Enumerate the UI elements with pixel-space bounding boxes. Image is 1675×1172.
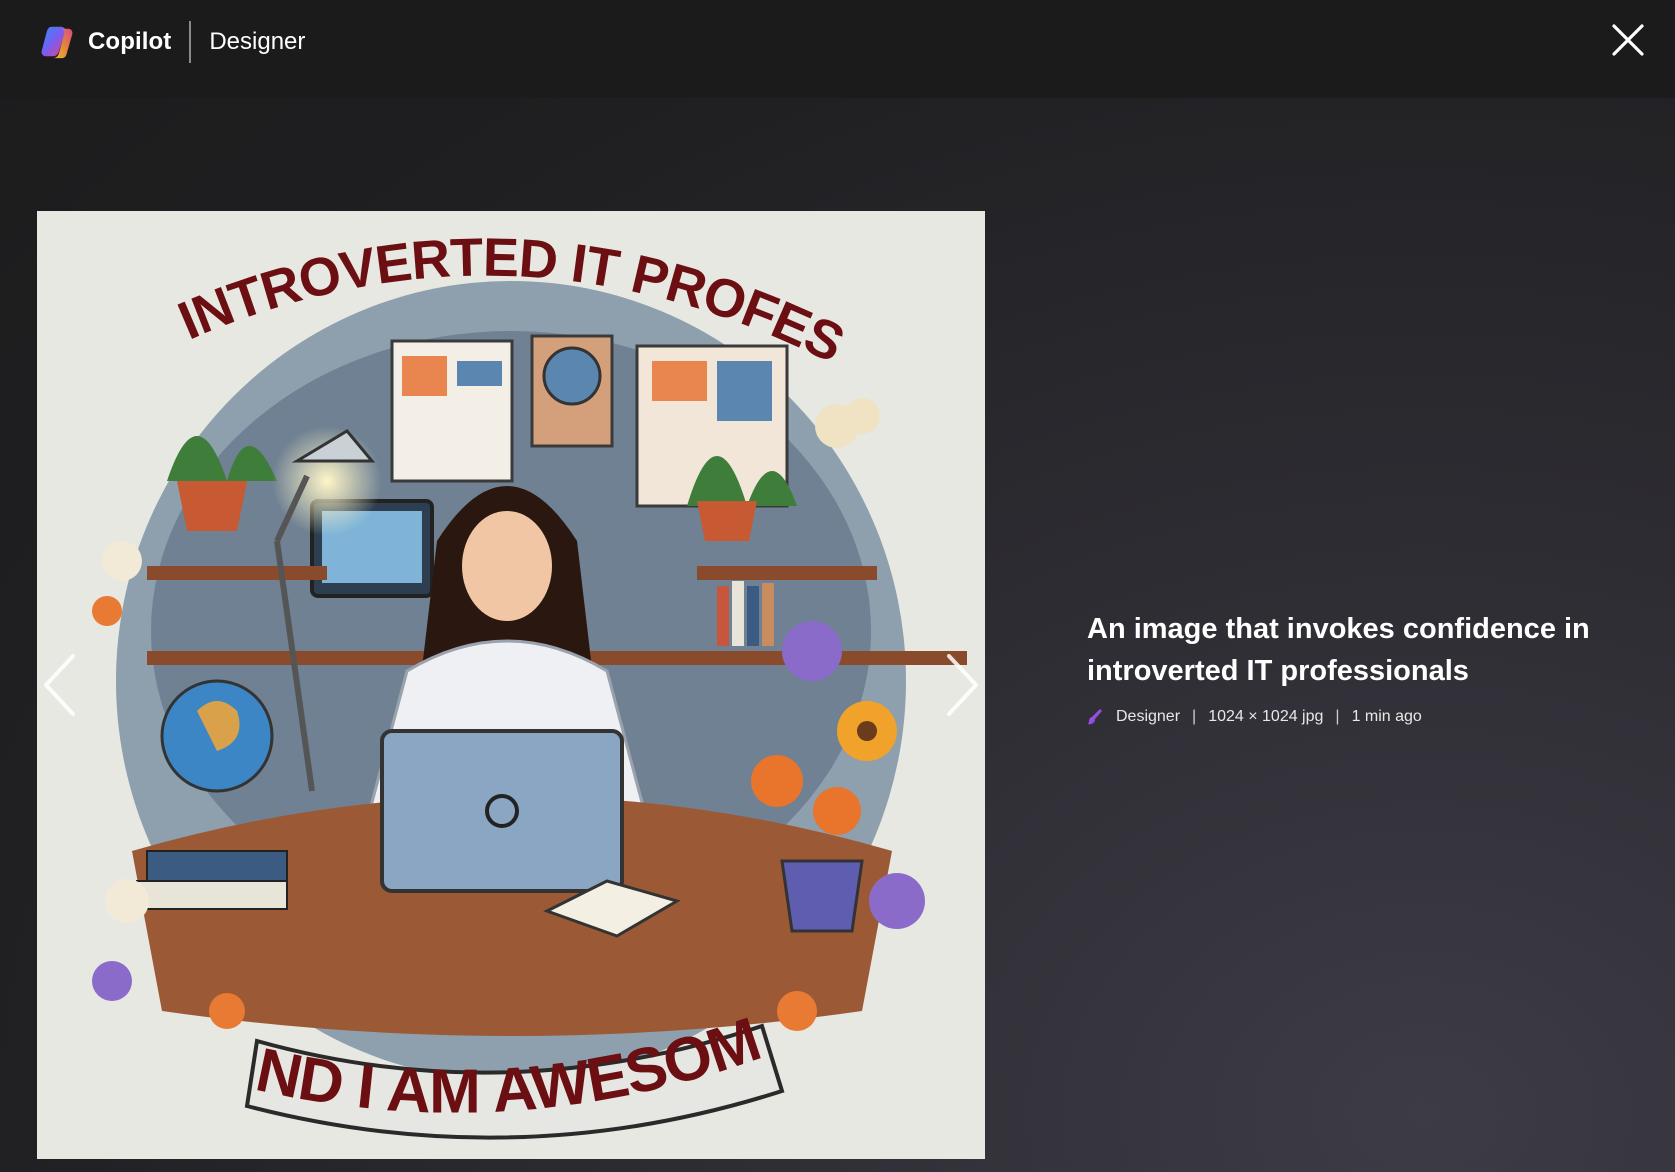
section-name: Designer xyxy=(209,28,306,55)
image-dimensions: 1024 × 1024 jpg xyxy=(1208,708,1324,725)
brand-divider xyxy=(189,21,192,63)
chevron-right-icon xyxy=(947,654,978,716)
generated-image-illustration: I AM A INTROVERTED IT PROFESIONAL AND I … xyxy=(37,211,985,1159)
generated-image[interactable]: I AM A INTROVERTED IT PROFESIONAL AND I … xyxy=(37,211,985,1159)
chevron-left-icon xyxy=(44,654,75,716)
image-caption: An image that invokes confidence in intr… xyxy=(1087,613,1590,687)
image-timestamp: 1 min ago xyxy=(1351,708,1422,725)
designer-icon xyxy=(1088,709,1102,725)
copilot-logo-icon xyxy=(41,26,73,59)
top-bar: Copilot Designer xyxy=(0,0,1675,98)
image-meta: Designer | 1024 × 1024 jpg | 1 min ago xyxy=(1087,708,1627,726)
meta-separator: | xyxy=(1335,708,1340,725)
image-source: Designer xyxy=(1116,708,1181,725)
image-details: An image that invokes confidence in intr… xyxy=(1087,608,1627,726)
brand-name: Copilot xyxy=(88,28,172,55)
brand[interactable]: Copilot Designer xyxy=(38,21,306,63)
meta-separator: | xyxy=(1192,708,1197,725)
close-button[interactable] xyxy=(1610,22,1646,58)
previous-image-button[interactable] xyxy=(40,650,80,720)
close-icon xyxy=(1612,24,1644,56)
next-image-button[interactable] xyxy=(942,650,982,720)
